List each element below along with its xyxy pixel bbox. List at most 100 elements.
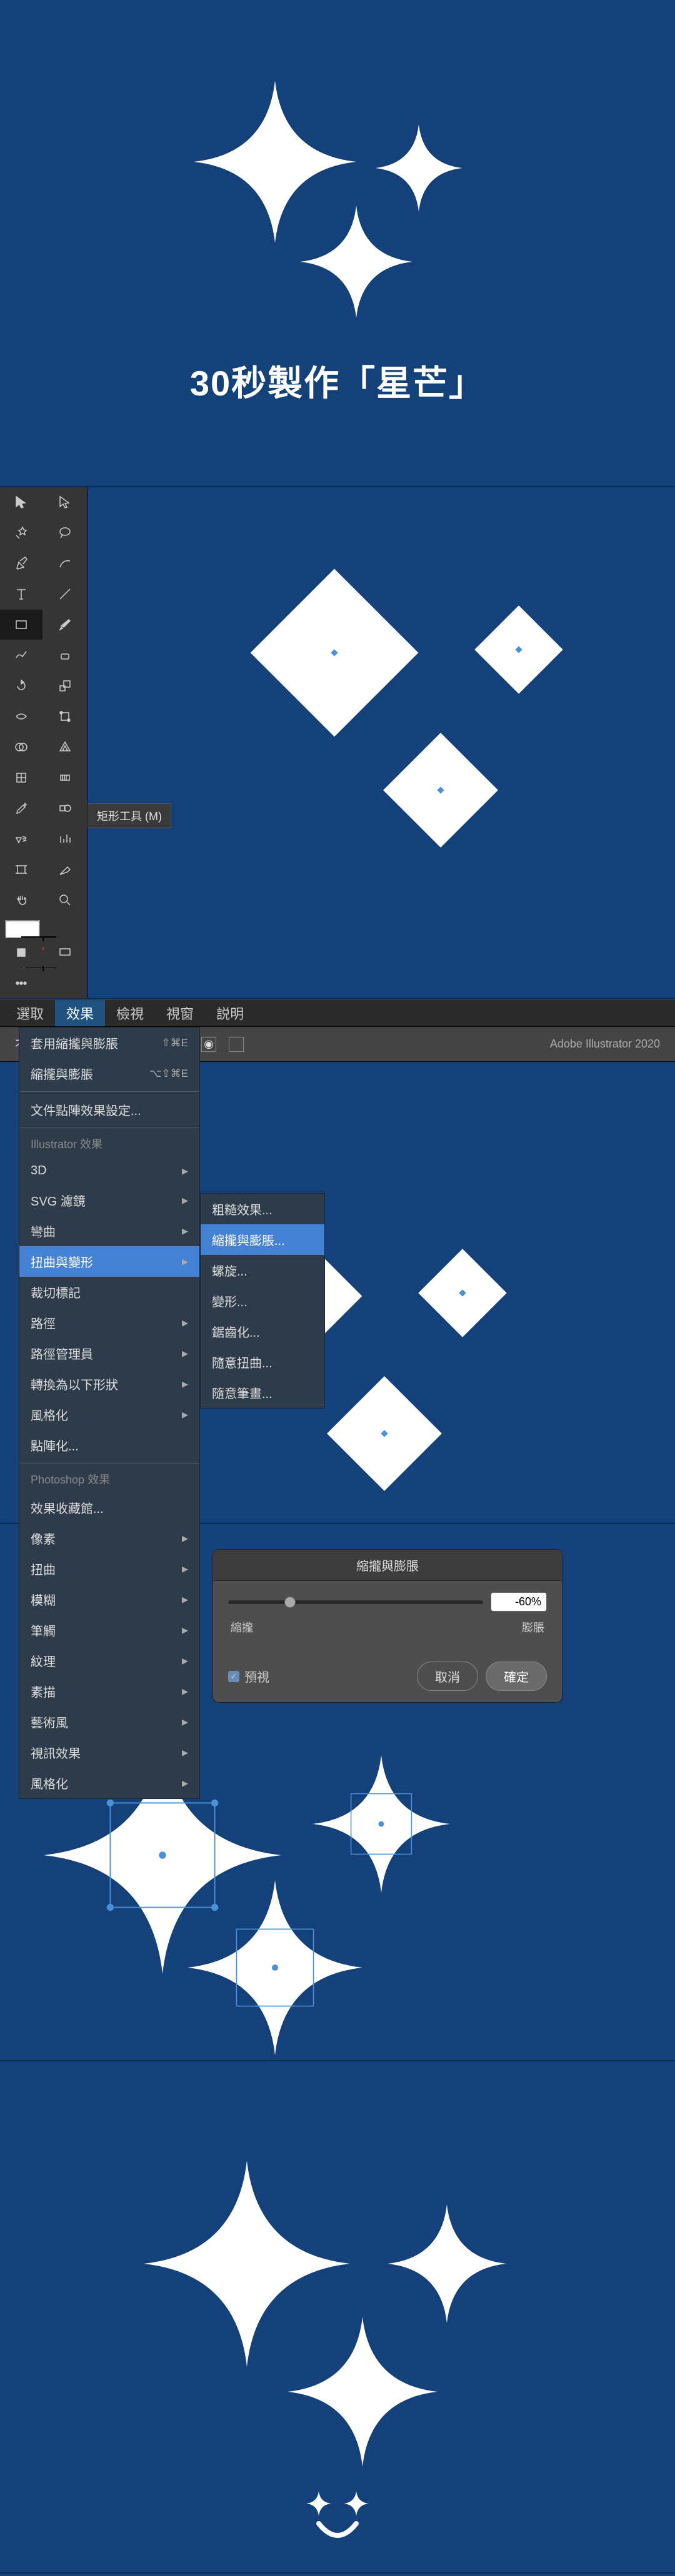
submenu-pucker-bloat[interactable]: 縮攏與膨脹...	[201, 1224, 324, 1255]
slider[interactable]	[228, 1600, 483, 1604]
dropdown-last-effect[interactable]: 縮攏與膨脹⌥⇧⌘E	[19, 1058, 199, 1089]
diamond-medium[interactable]	[383, 733, 498, 848]
diamond-small[interactable]	[474, 605, 562, 693]
step5-section	[0, 2061, 675, 2574]
type-tool[interactable]	[0, 579, 42, 609]
dropdown-path[interactable]: 路徑▸	[19, 1307, 199, 1338]
dropdown-distort-transform[interactable]: 扭曲與變形▸	[19, 1246, 199, 1277]
line-tool[interactable]	[44, 579, 86, 609]
eraser-tool[interactable]	[44, 640, 86, 670]
pucker-label: 縮攏	[231, 1619, 253, 1635]
hero-title: 30秒製作「星芒」	[190, 355, 485, 406]
submenu-roughen[interactable]: 粗糙效果...	[201, 1194, 324, 1224]
menu-window[interactable]: 視窗	[155, 1000, 205, 1026]
menu-effect[interactable]: 效果	[55, 1000, 105, 1026]
dialog-title: 縮攏與膨脹	[213, 1550, 562, 1581]
dropdown-header-ill: Illustrator 效果	[19, 1131, 199, 1157]
ok-button[interactable]: 確定	[486, 1662, 547, 1691]
sparkle-small-icon	[375, 124, 462, 212]
app-title: Adobe Illustrator 2020	[550, 1038, 660, 1051]
edit-toolbar[interactable]	[0, 968, 42, 998]
brush-tool[interactable]	[44, 610, 86, 640]
rectangle-tool[interactable]	[0, 610, 42, 640]
dropdown-brush-strokes[interactable]: 筆觸▸	[19, 1615, 199, 1645]
magic-wand-tool[interactable]	[0, 518, 42, 548]
appearance-icon[interactable]: ◉	[201, 1037, 216, 1052]
canvas[interactable]	[88, 487, 675, 998]
effect-dropdown: 套用縮攏與膨脹⇧⌘E 縮攏與膨脹⌥⇧⌘E 文件點陣效果設定... Illustr…	[19, 1027, 200, 1799]
tool-panel	[0, 487, 88, 998]
star-small	[312, 1755, 450, 1893]
menu-select[interactable]: 選取	[5, 1000, 55, 1026]
graph-tool[interactable]	[44, 824, 86, 854]
final-star-small	[388, 2204, 506, 2323]
align-icon[interactable]	[229, 1037, 244, 1052]
artboard-tool[interactable]	[0, 855, 42, 884]
smiley-icon	[288, 2485, 388, 2547]
dropdown-header-ps: Photoshop 效果	[19, 1466, 199, 1492]
selection-tool[interactable]	[0, 487, 42, 517]
dropdown-3d[interactable]: 3D▸	[19, 1157, 199, 1185]
pen-tool[interactable]	[0, 548, 42, 578]
submenu-transform[interactable]: 變形...	[201, 1286, 324, 1316]
menu-help[interactable]: 説明	[205, 1000, 255, 1026]
dropdown-crop-marks[interactable]: 裁切標記	[19, 1277, 199, 1307]
submenu-scribble[interactable]: 隨意筆畫...	[201, 1377, 324, 1408]
cancel-button[interactable]: 取消	[417, 1662, 478, 1691]
dropdown-apply-last[interactable]: 套用縮攏與膨脹⇧⌘E	[19, 1028, 199, 1058]
symbol-spray-tool[interactable]	[0, 824, 42, 854]
dropdown-video[interactable]: 視訊效果▸	[19, 1737, 199, 1768]
slice-tool[interactable]	[44, 855, 86, 884]
dropdown-distort-ps[interactable]: 扭曲▸	[19, 1553, 199, 1584]
width-tool[interactable]	[0, 701, 42, 731]
screen-mode[interactable]	[44, 938, 86, 968]
blend-tool[interactable]	[44, 793, 86, 823]
tool-tooltip: 矩形工具 (M)	[88, 803, 171, 828]
step2-section: 矩形工具 (M)	[0, 487, 675, 999]
hand-tool[interactable]	[0, 885, 42, 915]
dropdown-gallery[interactable]: 效果收藏館...	[19, 1492, 199, 1523]
menu-view[interactable]: 檢視	[105, 1000, 155, 1026]
zoom-tool[interactable]	[44, 885, 86, 915]
dropdown-rasterize[interactable]: 點陣化...	[19, 1430, 199, 1460]
perspective-tool[interactable]	[44, 732, 86, 762]
distort-submenu: 粗糙效果... 縮攏與膨脹... 螺旋... 變形... 鋸齒化... 隨意扭曲…	[200, 1193, 325, 1409]
lasso-tool[interactable]	[44, 518, 86, 548]
mesh-tool[interactable]	[0, 763, 42, 793]
eyedropper-tool[interactable]	[0, 793, 42, 823]
slider-knob[interactable]	[284, 1597, 296, 1608]
dropdown-blur[interactable]: 模糊▸	[19, 1584, 199, 1615]
draw-mode[interactable]	[0, 938, 42, 968]
sparkle-preview	[194, 81, 481, 318]
submenu-free-distort[interactable]: 隨意扭曲...	[201, 1347, 324, 1377]
dropdown-sketch[interactable]: 素描▸	[19, 1676, 199, 1707]
direct-selection-tool[interactable]	[44, 487, 86, 517]
dropdown-doc-raster[interactable]: 文件點陣效果設定...	[19, 1094, 199, 1125]
diamond-medium	[327, 1376, 442, 1491]
diamond-large[interactable]	[251, 569, 419, 737]
dropdown-pixelate[interactable]: 像素▸	[19, 1523, 199, 1553]
step3-section: 選取 效果 檢視 視窗 説明 不透明度: 樣式: ◉ Adobe Illustr…	[0, 999, 675, 1524]
preview-checkbox[interactable]: ✓ 預視	[228, 1667, 269, 1685]
free-transform-tool[interactable]	[44, 701, 86, 731]
curvature-tool[interactable]	[44, 548, 86, 578]
dropdown-convert-shape[interactable]: 轉換為以下形狀▸	[19, 1369, 199, 1399]
dropdown-stylize[interactable]: 風格化▸	[19, 1399, 199, 1430]
color-swatches[interactable]	[0, 915, 87, 938]
dropdown-artistic[interactable]: 藝術風▸	[19, 1707, 199, 1737]
star-medium	[188, 1880, 362, 2055]
dropdown-stylize-ps[interactable]: 風格化▸	[19, 1768, 199, 1798]
dropdown-warp[interactable]: 彎曲▸	[19, 1216, 199, 1246]
dropdown-svg[interactable]: SVG 濾鏡▸	[19, 1185, 199, 1216]
submenu-twist[interactable]: 螺旋...	[201, 1255, 324, 1286]
gradient-tool[interactable]	[44, 763, 86, 793]
dropdown-pathfinder[interactable]: 路徑管理員▸	[19, 1338, 199, 1369]
shape-builder-tool[interactable]	[0, 732, 42, 762]
scale-tool[interactable]	[44, 671, 86, 701]
shaper-tool[interactable]	[0, 640, 42, 670]
rotate-tool[interactable]	[0, 671, 42, 701]
menubar: 選取 效果 檢視 視窗 説明	[0, 999, 675, 1027]
dropdown-texture[interactable]: 紋理▸	[19, 1645, 199, 1676]
submenu-zigzag[interactable]: 鋸齒化...	[201, 1316, 324, 1347]
value-input[interactable]	[491, 1592, 547, 1612]
